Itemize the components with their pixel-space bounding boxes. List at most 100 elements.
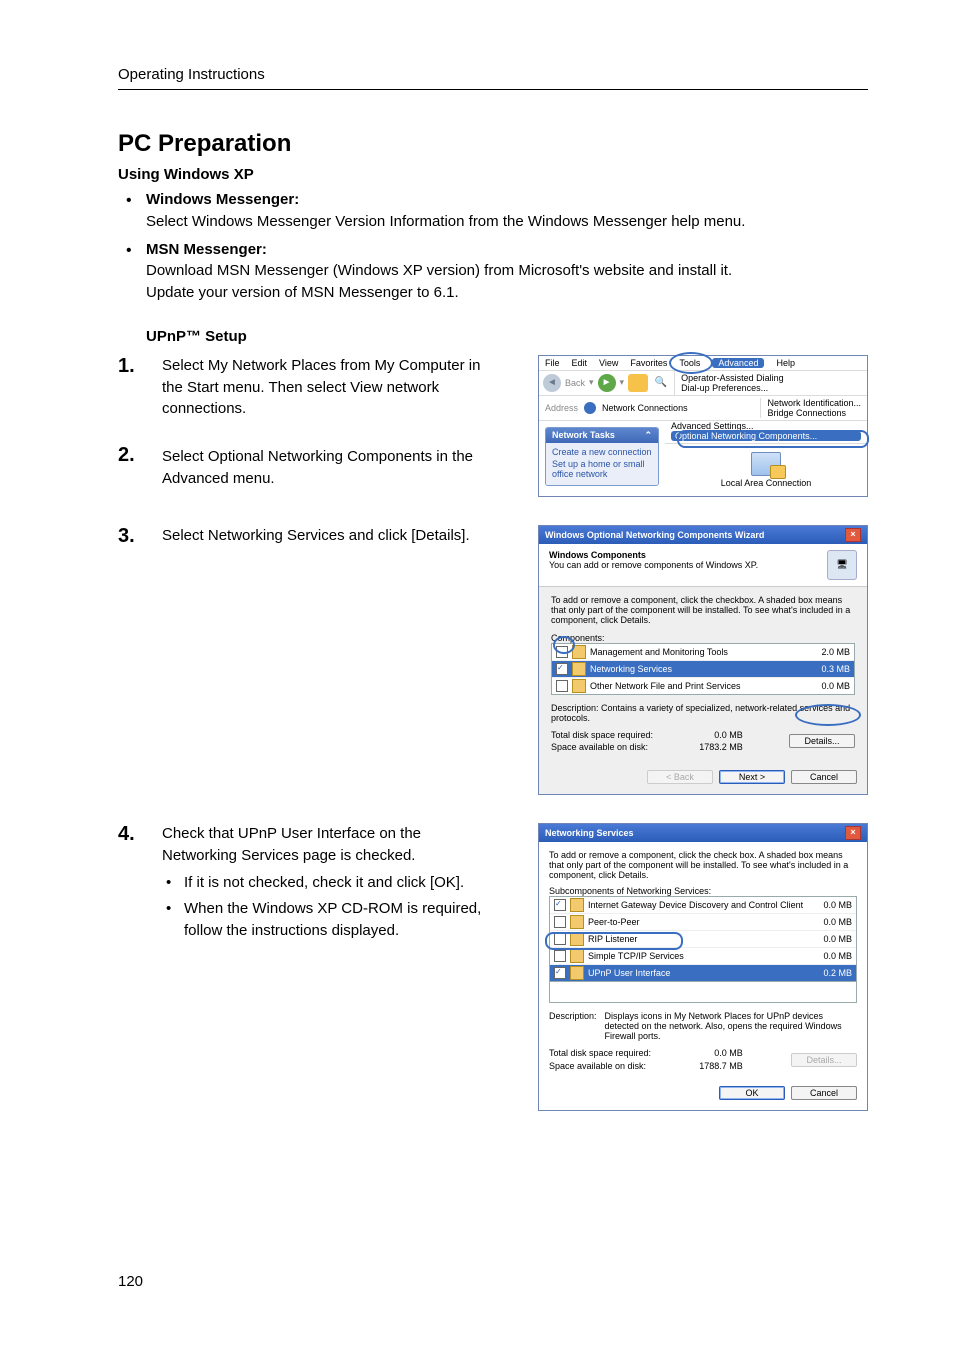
component-icon — [570, 932, 584, 946]
menu-view[interactable]: View — [599, 358, 618, 368]
menu-tools[interactable]: Tools — [679, 358, 700, 368]
back-icon[interactable]: ◄ — [543, 374, 561, 392]
ns-req-val: 0.0 MB — [699, 1047, 743, 1060]
menubar: File Edit View Favorites Tools Advanced … — [539, 356, 867, 371]
step-4-sub2: When the Windows XP CD-ROM is required, … — [162, 898, 492, 942]
checkbox-icon[interactable] — [554, 950, 566, 962]
fwd-chevron-icon: ▾ — [620, 377, 625, 388]
subhead-using: Using Windows XP — [118, 166, 868, 183]
checkbox-icon[interactable] — [556, 680, 568, 692]
wizard-sub: You can add or remove components of Wind… — [549, 560, 758, 570]
bullet-msn: MSN Messenger: Download MSN Messenger (W… — [118, 239, 868, 304]
page: Operating Instructions PC Preparation Us… — [0, 0, 954, 1348]
comp-name: Simple TCP/IP Services — [588, 951, 684, 961]
cancel-button[interactable]: Cancel — [791, 1086, 857, 1100]
comp-name: Peer-to-Peer — [588, 917, 640, 927]
task-create-connection[interactable]: Create a new connection — [552, 447, 652, 457]
cancel-button[interactable]: Cancel — [791, 770, 857, 784]
next-button[interactable]: Next > — [719, 770, 785, 784]
avail-val: 1783.2 MB — [699, 741, 743, 754]
step-1: 1. Select My Network Places from My Comp… — [118, 355, 868, 497]
panel-title: Network Tasks — [552, 430, 615, 441]
up-folder-icon[interactable] — [628, 374, 648, 392]
comp-row-mgmt[interactable]: Management and Monitoring Tools 2.0 MB — [552, 644, 854, 661]
checkbox-icon[interactable] — [554, 967, 566, 979]
step-4: 4. Check that UPnP User Interface on the… — [118, 823, 868, 1111]
step-1-text: Select My Network Places from My Compute… — [162, 355, 492, 420]
desc-label: Description: — [551, 703, 599, 713]
close-icon[interactable]: × — [845, 826, 861, 840]
comp-name: Other Network File and Print Services — [590, 681, 741, 691]
collapse-icon[interactable]: ⌃ — [644, 430, 652, 441]
adv-item-advsettings[interactable]: Advanced Settings... — [671, 421, 861, 431]
step-4-sub1: If it is not checked, check it and click… — [162, 872, 492, 894]
adv-item-prefs[interactable]: Dial-up Preferences... — [681, 383, 861, 393]
component-icon — [570, 949, 584, 963]
component-icon — [572, 679, 586, 693]
checkbox-icon[interactable] — [554, 933, 566, 945]
checkbox-icon[interactable] — [554, 899, 566, 911]
ok-button[interactable]: OK — [719, 1086, 785, 1100]
task-setup-network[interactable]: Set up a home or small office network — [552, 459, 652, 479]
ns-subcomponents-list[interactable]: Internet Gateway Device Discovery and Co… — [549, 896, 857, 982]
ns-row-upnp[interactable]: UPnP User Interface 0.2 MB — [550, 965, 856, 981]
ns-details-button: Details... — [791, 1053, 857, 1067]
adv-item-dialing[interactable]: Operator-Assisted Dialing — [681, 373, 861, 383]
bullet-msn-body1: Download MSN Messenger (Windows XP versi… — [146, 262, 732, 279]
wizard-icon: 🖥 — [827, 550, 857, 580]
section-title: PC Preparation — [118, 130, 868, 158]
details-button[interactable]: Details... — [789, 734, 855, 748]
bullet-msn-body2: Update your version of MSN Messenger to … — [146, 284, 459, 301]
search-icon[interactable]: 🔍 — [652, 374, 670, 392]
components-list[interactable]: Management and Monitoring Tools 2.0 MB N… — [551, 643, 855, 695]
comp-name: Management and Monitoring Tools — [590, 647, 728, 657]
back-button: < Back — [647, 770, 713, 784]
menu-advanced[interactable]: Advanced — [712, 358, 764, 368]
ns-row-igd[interactable]: Internet Gateway Device Discovery and Co… — [550, 897, 856, 914]
upnp-heading: UPnP™ Setup — [146, 328, 868, 345]
menu-file[interactable]: File — [545, 358, 560, 368]
globe-icon — [584, 402, 596, 414]
comp-row-networking[interactable]: Networking Services 0.3 MB — [552, 661, 854, 678]
ns-row-p2p[interactable]: Peer-to-Peer 0.0 MB — [550, 914, 856, 931]
adv-item-bridge[interactable]: Bridge Connections — [767, 408, 861, 418]
bullet-wm-head: Windows Messenger: — [146, 191, 299, 208]
forward-icon[interactable]: ► — [598, 374, 616, 392]
component-icon — [570, 915, 584, 929]
ns-intro: To add or remove a component, click the … — [549, 850, 857, 880]
messenger-bullets: Windows Messenger: Select Windows Messen… — [118, 189, 868, 304]
ns-desc-label: Description: — [549, 1011, 597, 1041]
comp-size: 0.0 MB — [823, 900, 852, 910]
ns-row-tcpip[interactable]: Simple TCP/IP Services 0.0 MB — [550, 948, 856, 965]
step-3-text: Select Networking Services and click [De… — [162, 525, 492, 547]
adv-item-optional-components[interactable]: Optional Networking Components... — [671, 431, 861, 441]
step-3: 3. Select Networking Services and click … — [118, 525, 868, 795]
menu-favorites[interactable]: Favorites — [630, 358, 667, 368]
bullet-wm-body: Select Windows Messenger Version Informa… — [146, 213, 745, 230]
running-head: Operating Instructions — [118, 66, 868, 90]
comp-size: 0.0 MB — [823, 951, 852, 961]
component-icon — [572, 645, 586, 659]
ns-row-rip[interactable]: RIP Listener 0.0 MB — [550, 931, 856, 948]
ns-req-label: Total disk space required: — [549, 1047, 651, 1060]
address-label: Address — [545, 403, 578, 413]
address-bar: Address Network Connections Network Iden… — [539, 396, 867, 421]
avail-label: Space available on disk: — [551, 742, 648, 752]
checkbox-icon[interactable] — [554, 916, 566, 928]
wizard-title: Windows Optional Networking Components W… — [545, 530, 764, 540]
step-1-num: 1. — [118, 355, 162, 377]
lan-connection-icon[interactable] — [751, 452, 781, 476]
bullet-wm: Windows Messenger: Select Windows Messen… — [118, 189, 868, 233]
menu-help[interactable]: Help — [776, 358, 795, 368]
close-icon[interactable]: × — [845, 528, 861, 542]
checkbox-icon[interactable] — [556, 646, 568, 658]
lan-connection-label: Local Area Connection — [675, 478, 857, 488]
ns-title: Networking Services — [545, 828, 634, 838]
back-chevron-icon: ▾ — [589, 377, 594, 388]
checkbox-icon[interactable] — [556, 663, 568, 675]
menu-edit[interactable]: Edit — [572, 358, 588, 368]
comp-row-other[interactable]: Other Network File and Print Services 0.… — [552, 678, 854, 694]
ns-avail-label: Space available on disk: — [549, 1060, 651, 1073]
adv-item-netid[interactable]: Network Identification... — [767, 398, 861, 408]
wizard-head: Windows Components — [549, 550, 758, 560]
